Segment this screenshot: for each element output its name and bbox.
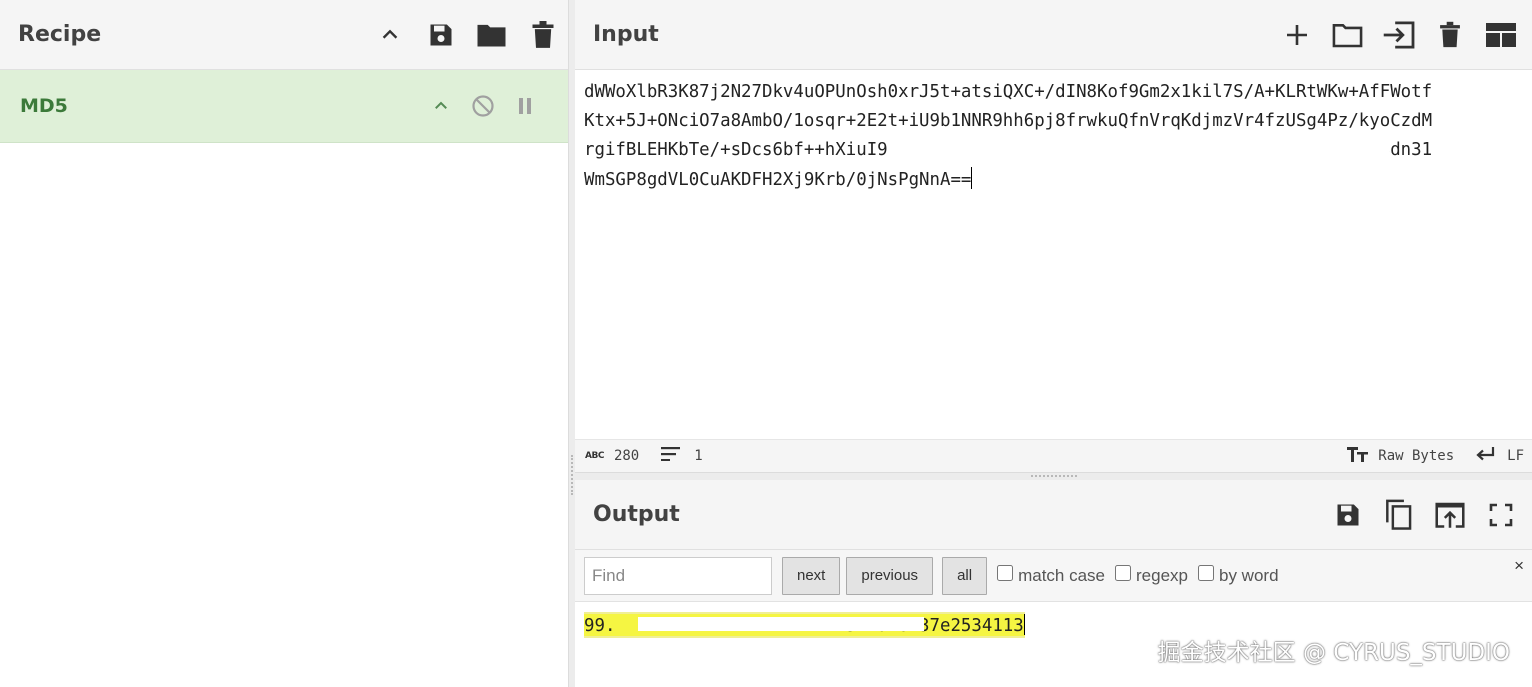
find-previous-button[interactable]: previous xyxy=(846,556,934,595)
input-status-bar: ABC 280 1 Raw Bytes LF xyxy=(575,439,1532,472)
match-case-option[interactable]: match case xyxy=(997,564,1106,586)
chevron-up-icon[interactable] xyxy=(420,86,462,126)
recipe-header: Recipe xyxy=(0,0,568,70)
text-size-icon xyxy=(1347,446,1369,466)
input-title: Input xyxy=(593,22,659,47)
encoding-label: Raw Bytes xyxy=(1378,448,1455,464)
input-header-icons xyxy=(1271,15,1526,55)
match-case-label: match case xyxy=(1018,565,1106,585)
pause-icon[interactable] xyxy=(504,86,546,126)
text-cursor xyxy=(1023,614,1025,635)
find-input[interactable] xyxy=(584,556,772,595)
input-textarea[interactable]: dWWoXlbR3K87j2N27Dkv4uOPUnOsh0xrJ5t+atsi… xyxy=(575,70,1532,439)
text-cursor xyxy=(971,166,973,189)
watermark: 掘金技术社区 @ CYRUS_STUDIO xyxy=(1157,640,1510,666)
find-bar: next previous all match case regexp by w… xyxy=(575,550,1532,602)
operation-controls xyxy=(420,86,546,126)
input-header: Input xyxy=(575,0,1532,70)
operation-name: MD5 xyxy=(20,95,68,117)
layout-icon[interactable] xyxy=(1475,15,1526,55)
by-word-label: by word xyxy=(1219,565,1279,585)
redacted-area xyxy=(913,135,1389,165)
import-icon[interactable] xyxy=(1373,15,1424,55)
recipe-pane: Recipe MD5 xyxy=(0,0,568,687)
find-next-button[interactable]: next xyxy=(782,556,841,595)
save-icon[interactable] xyxy=(1322,495,1373,535)
copy-icon[interactable] xyxy=(1373,495,1424,535)
operation-md5[interactable]: MD5 xyxy=(0,70,568,143)
maximise-icon[interactable] xyxy=(1475,495,1526,535)
regexp-option[interactable]: regexp xyxy=(1115,564,1188,586)
output-title: Output xyxy=(593,502,680,527)
replace-input-icon[interactable] xyxy=(1424,495,1475,535)
redacted-area xyxy=(612,615,630,625)
match-case-checkbox[interactable] xyxy=(997,564,1014,581)
folder-icon[interactable] xyxy=(1322,15,1373,55)
trash-icon[interactable] xyxy=(1424,15,1475,55)
lines-icon xyxy=(661,447,681,465)
find-all-button[interactable]: all xyxy=(942,556,988,595)
plus-icon[interactable] xyxy=(1271,15,1322,55)
encoding-selector[interactable]: Raw Bytes xyxy=(1347,446,1454,466)
redacted-area xyxy=(638,617,924,631)
chevron-up-icon[interactable] xyxy=(364,15,415,55)
regexp-checkbox[interactable] xyxy=(1115,564,1132,581)
input-pane: Input dWWoXlbR3K87j2N27Dkv4uOPUnOsh0xrJ5… xyxy=(575,0,1532,472)
by-word-checkbox[interactable] xyxy=(1198,564,1214,581)
save-icon[interactable] xyxy=(415,15,466,55)
output-header: Output xyxy=(575,480,1532,550)
input-line-last: WmSGP8gdVL0CuAKDFH2Xj9Krb/0jNsPgNnA== xyxy=(584,166,1522,195)
length-value: 280 xyxy=(613,448,640,464)
trash-icon[interactable] xyxy=(517,15,568,55)
input-line: dWWoXlbR3K87j2N27Dkv4uOPUnOsh0xrJ5t+atsi… xyxy=(584,82,1433,102)
recipe-title: Recipe xyxy=(18,22,102,47)
disable-icon[interactable] xyxy=(462,86,504,126)
input-line: Ktx+5J+ONciO7a8AmbO/1osqr+2E2t+iU9b1NNR9… xyxy=(584,111,1433,132)
return-icon xyxy=(1476,447,1495,465)
recipe-header-icons xyxy=(364,15,568,55)
length-stat: ABC 280 xyxy=(585,448,639,464)
close-find-icon[interactable]: × xyxy=(1514,556,1524,576)
eol-label: LF xyxy=(1507,448,1524,464)
vertical-pane-divider[interactable] xyxy=(568,0,575,687)
output-header-icons xyxy=(1322,495,1526,535)
regexp-label: regexp xyxy=(1136,565,1188,585)
horizontal-pane-divider[interactable] xyxy=(575,472,1532,480)
length-icon: ABC xyxy=(585,451,604,461)
lines-stat: 1 xyxy=(661,447,703,465)
eol-selector[interactable]: LF xyxy=(1476,447,1524,465)
lines-value: 1 xyxy=(694,448,703,464)
folder-icon[interactable] xyxy=(466,15,517,55)
by-word-option[interactable]: by word xyxy=(1198,564,1279,586)
